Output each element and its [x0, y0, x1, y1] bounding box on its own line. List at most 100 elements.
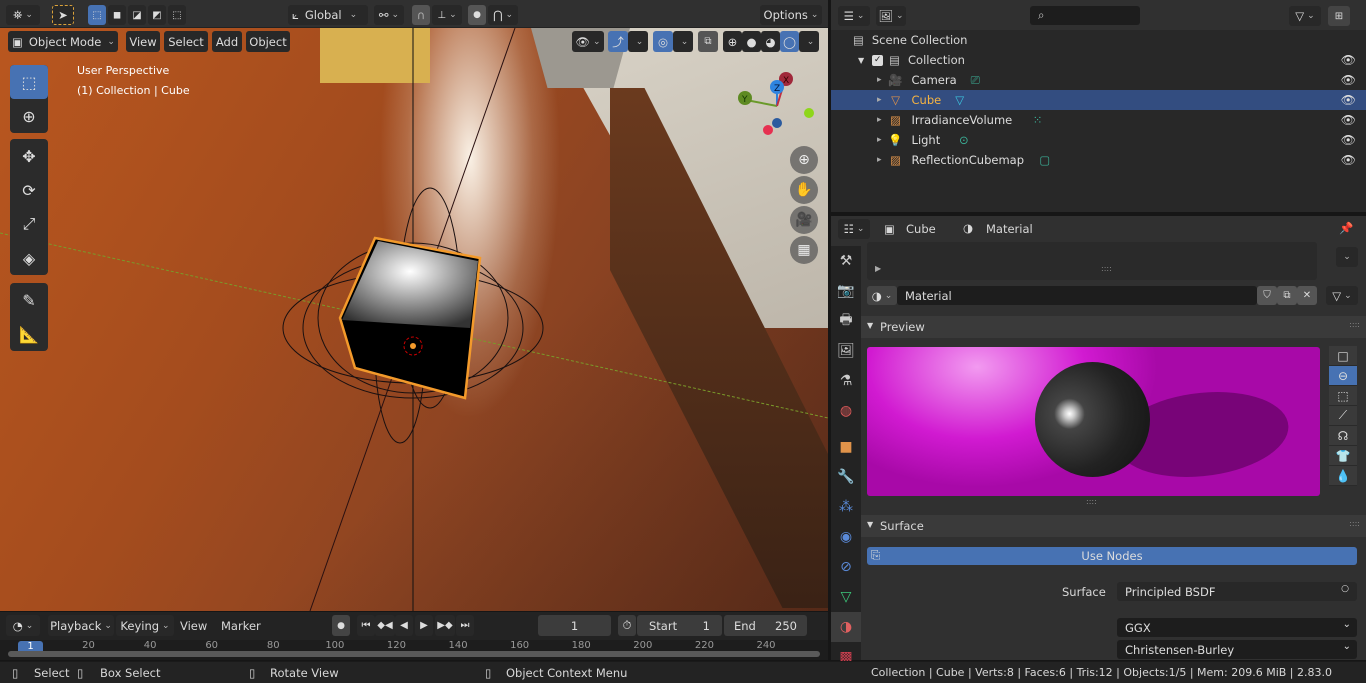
tab-scene[interactable]: ⚗	[831, 366, 861, 396]
gizmo-neg-y[interactable]	[804, 108, 814, 118]
preview-shape-fluid[interactable]: 💧	[1329, 466, 1357, 486]
material-name-field[interactable]: Material	[897, 286, 1257, 305]
tab-physics[interactable]: ◉	[831, 522, 861, 552]
gizmo-dropdown[interactable]: ⌄	[628, 31, 648, 52]
overlays-toggle[interactable]: ◎	[653, 31, 673, 52]
drag-grip-icon[interactable]: ::::	[1349, 519, 1360, 528]
tool-select-box[interactable]: ⬚	[10, 65, 48, 99]
menu-playback[interactable]: Playback ⌄	[48, 615, 114, 636]
preview-shape-monkey[interactable]: ☊	[1329, 426, 1357, 446]
exclude-checkbox[interactable]: ✓	[872, 54, 884, 66]
current-frame-field[interactable]: 1	[538, 615, 611, 636]
select-tool-button[interactable]: ➤	[52, 5, 74, 25]
light-probe-grid-data-icon[interactable]: ⁙	[1033, 113, 1043, 127]
timeline-editor-type[interactable]: ◔ ⌄	[6, 615, 40, 636]
tab-material[interactable]: ◑	[831, 612, 861, 642]
eye-icon[interactable]: 👁	[1341, 113, 1356, 127]
tab-constraints[interactable]: ⊘	[831, 552, 861, 582]
navigation-gizmo[interactable]: X Z Y	[730, 68, 820, 148]
fake-user-button[interactable]: ⛉	[1257, 286, 1277, 305]
menu-view[interactable]: View	[126, 31, 160, 52]
outliner-row-light[interactable]: ▸ 💡 Light ⊙ 👁	[831, 130, 1366, 150]
options-dropdown[interactable]: Options ⌄	[760, 5, 822, 25]
shading-dropdown[interactable]: ⌄	[799, 31, 819, 52]
select-mode-subtract[interactable]: ◪	[128, 5, 146, 25]
transform-orientation-dropdown[interactable]: ⟀ Global ⌄	[288, 5, 368, 25]
gizmo-toggle[interactable]: ⤴	[608, 31, 628, 52]
preview-shape-cube[interactable]: ⬚	[1329, 386, 1357, 406]
jump-end-button[interactable]: ⏭	[456, 615, 474, 636]
browse-material-button[interactable]: ◑ ⌄	[867, 286, 897, 305]
tool-cursor[interactable]: ⊕	[10, 99, 48, 133]
preview-shape-hair[interactable]: ⟋	[1329, 406, 1357, 426]
eye-icon[interactable]: 👁	[1341, 153, 1356, 167]
expand-arrow-icon[interactable]: ▸	[877, 135, 882, 145]
menu-timeline-view[interactable]: View	[180, 619, 207, 633]
outliner-search-input[interactable]: ⌕	[1030, 6, 1140, 25]
tab-data[interactable]: ▽	[831, 582, 861, 612]
menu-keying[interactable]: Keying ⌄	[116, 615, 174, 636]
tab-modifiers[interactable]: 🔧	[831, 462, 861, 492]
tab-object[interactable]: ■	[831, 432, 861, 462]
shading-solid[interactable]: ●	[742, 31, 761, 52]
play-button[interactable]: ▶	[415, 615, 433, 636]
tab-particles[interactable]: ⁂	[831, 492, 861, 522]
tool-annotate[interactable]: ✎	[10, 283, 48, 317]
pan-view-button[interactable]: ✋	[790, 176, 818, 204]
disclosure-triangle-icon[interactable]: ▼	[858, 56, 864, 65]
use-nodes-button[interactable]: ⎘ Use Nodes	[867, 547, 1357, 565]
pin-icon[interactable]: 📌	[1339, 221, 1353, 235]
eye-icon[interactable]: 👁	[1341, 93, 1356, 107]
proportional-edit-toggle[interactable]: ●	[468, 5, 486, 25]
proportional-falloff-dropdown[interactable]: ⋂ ⌄	[488, 5, 518, 25]
camera-view-button[interactable]: 🎥	[790, 206, 818, 234]
eye-icon[interactable]: 👁	[1341, 73, 1356, 87]
auto-keying-toggle[interactable]: ●	[332, 615, 350, 636]
zoom-view-button[interactable]: ⊕	[790, 146, 818, 174]
tool-move[interactable]: ✥	[10, 139, 48, 173]
preview-shape-cloth[interactable]: 👕	[1329, 446, 1357, 466]
editor-type-selector[interactable]: ⛯ ⌄	[6, 5, 40, 25]
menu-marker[interactable]: Marker	[221, 619, 261, 633]
surface-shader-field[interactable]: Principled BSDF ○	[1117, 582, 1357, 601]
timeline-scrollbar[interactable]	[8, 651, 820, 657]
tab-render[interactable]: 📷	[831, 276, 861, 306]
light-data-icon[interactable]: ⊙	[959, 133, 969, 147]
camera-data-icon[interactable]: ⎚	[971, 73, 980, 88]
prev-keyframe-button[interactable]: ◆◀	[375, 615, 395, 636]
properties-editor-type[interactable]: ☷ ⌄	[838, 219, 870, 239]
menu-select[interactable]: Select	[164, 31, 208, 52]
tool-rotate[interactable]: ⟳	[10, 173, 48, 207]
drag-grip-icon[interactable]: ::::	[1349, 320, 1360, 329]
perspective-toggle-button[interactable]: ▦	[790, 236, 818, 264]
select-mode-invert[interactable]: ◩	[148, 5, 166, 25]
eye-icon[interactable]: 👁	[1341, 53, 1356, 67]
preview-shape-plane[interactable]: □	[1329, 346, 1357, 366]
preview-panel-header[interactable]: ▼ Preview ::::	[861, 316, 1366, 338]
tool-measure[interactable]: 📐	[10, 317, 48, 351]
outliner-row-reflectioncubemap[interactable]: ▸ ▨ ReflectionCubemap ▢ 👁	[831, 150, 1366, 170]
preview-range-toggle[interactable]: ⏱	[618, 615, 636, 636]
subsurface-method-dropdown[interactable]: Christensen-Burley ⌄	[1117, 640, 1357, 659]
tool-transform[interactable]: ◈	[10, 241, 48, 275]
visibility-dropdown[interactable]: 👁 ⌄	[572, 31, 604, 52]
select-mode-extend[interactable]: ◼	[108, 5, 126, 25]
expand-triangle-icon[interactable]: ▶	[875, 264, 881, 273]
outliner-row-collection[interactable]: ▼ ✓ ▤ Collection 👁	[831, 50, 1366, 70]
end-frame-field[interactable]: End 250	[724, 615, 807, 636]
resize-grip-icon[interactable]: ::::	[1101, 264, 1112, 273]
gizmo-neg-x[interactable]	[763, 125, 773, 135]
mesh-data-icon[interactable]: ▽	[955, 93, 964, 107]
new-collection-button[interactable]: ⊞	[1328, 6, 1350, 26]
menu-add[interactable]: Add	[212, 31, 242, 52]
expand-arrow-icon[interactable]: ▸	[877, 95, 882, 105]
3d-viewport[interactable]: ▣ Object Mode ⌄ View Select Add Object 👁 ⌄ …	[0, 28, 828, 611]
timeline-ruler[interactable]: 1 20 40 60 80 100 120 140 160 180 200 220 240	[0, 640, 828, 660]
filter-dropdown[interactable]: ▽ ⌄	[1289, 6, 1321, 26]
surface-panel-header[interactable]: ▼ Surface ::::	[861, 515, 1366, 537]
slot-specials-button[interactable]: ⌄	[1336, 247, 1358, 267]
play-reverse-button[interactable]: ◀	[395, 615, 413, 636]
eye-icon[interactable]: 👁	[1341, 133, 1356, 147]
link-dropdown[interactable]: ▽ ⌄	[1326, 286, 1358, 305]
duplicate-material-button[interactable]: ⧉	[1277, 286, 1297, 305]
